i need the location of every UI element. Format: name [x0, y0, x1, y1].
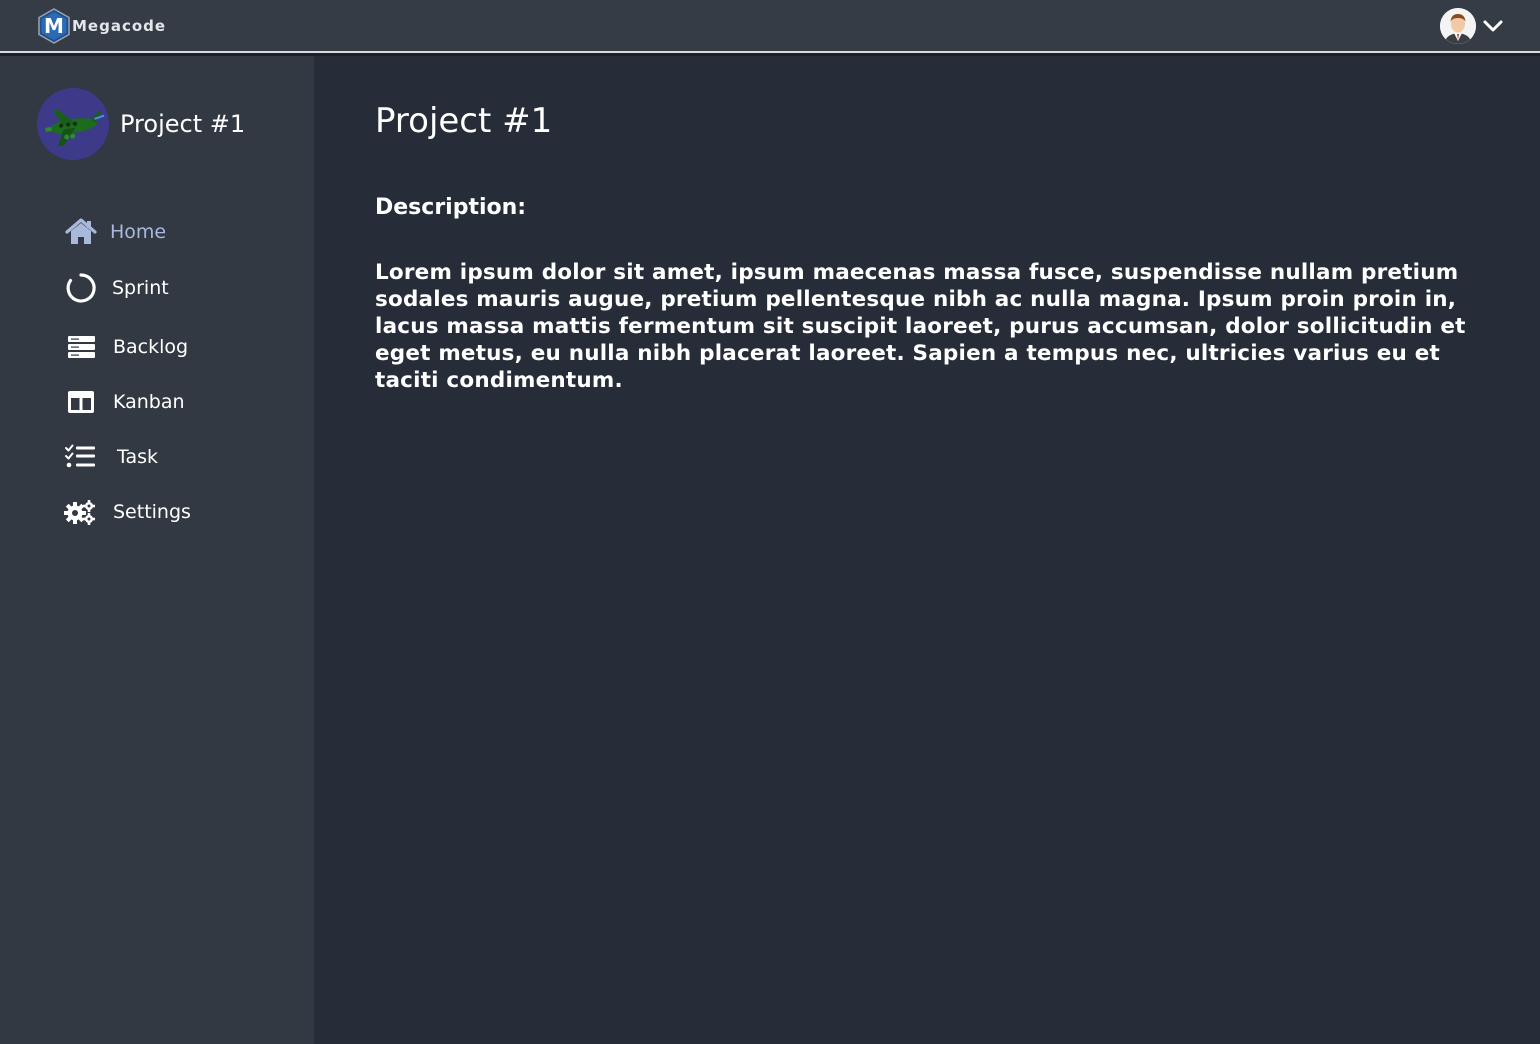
sidebar-item-label: Settings: [113, 501, 191, 523]
sidebar-item-kanban[interactable]: Kanban: [64, 385, 185, 419]
brand[interactable]: M Megacode: [37, 8, 166, 44]
home-icon: [64, 215, 98, 249]
sidebar-item-task[interactable]: Task: [64, 440, 158, 474]
sidebar-item-sprint[interactable]: Sprint: [64, 271, 169, 305]
brand-name: Megacode: [72, 17, 167, 35]
sidebar-item-label: Task: [117, 446, 159, 468]
sidebar-item-backlog[interactable]: Backlog: [64, 330, 188, 364]
sidebar-project-name: Project #1: [120, 110, 246, 138]
airplane-icon: [37, 88, 109, 160]
chevron-down-icon[interactable]: [1482, 15, 1504, 37]
sidebar-item-settings[interactable]: Settings: [64, 495, 191, 529]
gears-icon: [64, 495, 98, 529]
sidebar: Project #1 Home Sprint Backlog Kanban Ta…: [0, 56, 314, 1044]
description-text: Lorem ipsum dolor sit amet, ipsum maecen…: [375, 260, 1466, 393]
sidebar-project-header[interactable]: Project #1: [37, 88, 245, 160]
description-label: Description:: [375, 195, 527, 220]
main-content: Project #1 Description: Lorem ipsum dolo…: [314, 56, 1540, 1044]
kanban-icon: [64, 385, 98, 419]
page-title: Project #1: [375, 101, 553, 141]
task-list-icon: [64, 440, 98, 474]
sidebar-item-label: Kanban: [113, 391, 185, 413]
logo-letter: M: [44, 14, 64, 38]
user-avatar-icon[interactable]: [1440, 8, 1476, 44]
top-bar: M Megacode: [0, 0, 1540, 53]
sidebar-item-home[interactable]: Home: [64, 215, 166, 249]
sprint-circle-icon: [64, 271, 98, 305]
megacode-logo-icon: M: [38, 8, 70, 44]
sidebar-item-label: Home: [110, 221, 167, 243]
user-menu[interactable]: [1440, 8, 1504, 44]
backlog-icon: [64, 330, 98, 364]
sidebar-item-label: Sprint: [112, 277, 169, 299]
sidebar-item-label: Backlog: [113, 336, 189, 358]
